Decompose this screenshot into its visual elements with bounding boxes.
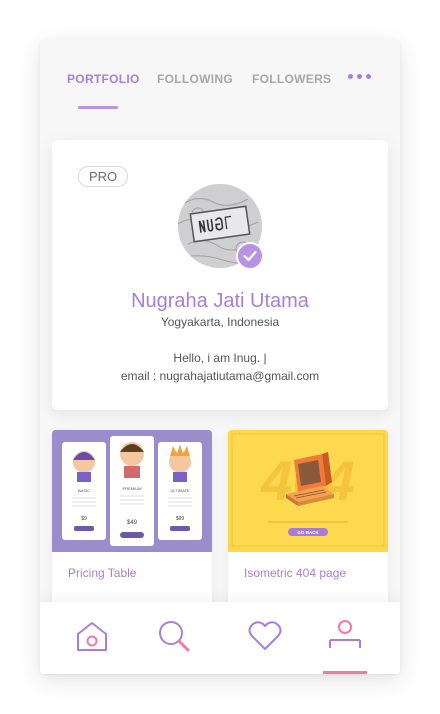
nav-search[interactable] — [154, 616, 194, 656]
profile-tabs: PORTFOLIO FOLLOWING FOLLOWERS — [40, 40, 400, 140]
plan-label: BASIC — [78, 488, 90, 493]
nav-likes[interactable] — [245, 616, 285, 656]
pricing-table-illustration: BASIC PREMIUM ULTIMATE $9 $49 $99 — [52, 430, 212, 552]
isometric-404-illustration: 404 GO BACK — [228, 430, 388, 552]
tab-followers[interactable]: FOLLOWERS — [252, 72, 331, 86]
nav-profile[interactable] — [325, 616, 365, 656]
search-icon — [159, 621, 190, 652]
plan-price: $49 — [127, 520, 138, 526]
active-nav-indicator — [323, 671, 367, 674]
bottom-navigation — [40, 602, 400, 674]
shot-title: Isometric 404 page — [244, 566, 347, 580]
shot-card-404-page[interactable]: 404 GO BACK Isometric 404 page — [228, 430, 388, 610]
profile-name: Nugraha Jati Utama — [131, 290, 309, 312]
profile-location: Yogyakarta, Indonesia — [160, 315, 280, 329]
nav-home[interactable] — [72, 616, 112, 656]
tab-portfolio[interactable]: PORTFOLIO — [67, 72, 140, 86]
plan-label: ULTIMATE — [170, 488, 190, 493]
verified-check-icon — [236, 242, 264, 270]
plan-label: PREMIUM — [123, 486, 142, 491]
app-screen: PORTFOLIO FOLLOWING FOLLOWERS PRO Nugrah… — [40, 40, 400, 674]
heart-icon — [248, 621, 282, 650]
home-icon — [77, 622, 107, 651]
profile-icon — [329, 620, 361, 648]
profile-card: PRO Nugraha Jati Utama Yogyakarta, Indon… — [52, 140, 388, 410]
plan-price: $99 — [176, 516, 185, 522]
active-tab-indicator — [78, 106, 118, 109]
bio-email: email : nugrahajatiutama@gmail.com — [120, 369, 320, 383]
pro-badge: PRO — [78, 166, 129, 187]
tab-following[interactable]: FOLLOWING — [157, 72, 233, 86]
bio-line: Hello, i am Inug. | — [173, 351, 267, 365]
shot-title: Pricing Table — [68, 566, 137, 580]
profile-bio: Hello, i am Inug. | email : nugrahajatiu… — [52, 349, 388, 385]
shot-thumbnail: BASIC PREMIUM ULTIMATE $9 $49 $99 — [52, 430, 212, 552]
plan-price: $9 — [81, 516, 87, 522]
shot-thumbnail: 404 GO BACK — [228, 430, 388, 552]
shot-card-pricing-table[interactable]: BASIC PREMIUM ULTIMATE $9 $49 $99 Pricin… — [52, 430, 212, 610]
go-back-label: GO BACK — [297, 530, 319, 535]
more-dots-icon[interactable] — [348, 74, 371, 79]
